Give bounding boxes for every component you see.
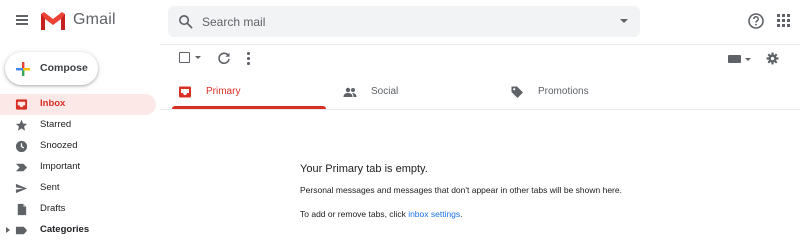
sidebar-item-inbox[interactable]: Inbox — [0, 94, 156, 115]
sidebar-item-label: Sent — [40, 182, 60, 193]
empty-state-description: Personal messages and messages that don'… — [300, 185, 622, 195]
search-input[interactable] — [202, 6, 602, 37]
sidebar-item-label: Drafts — [40, 203, 66, 214]
brand-name[interactable]: Gmail — [73, 11, 116, 29]
sidebar-item-label: Snoozed — [40, 140, 78, 151]
sidebar-item-label: Important — [40, 161, 81, 172]
tab-label: Promotions — [538, 86, 589, 97]
tab-label: Social — [371, 86, 399, 97]
sidebar-item-drafts[interactable]: Drafts — [0, 199, 156, 220]
expand-caret-icon[interactable] — [6, 227, 10, 233]
star-icon — [15, 119, 28, 131]
sidebar-item-label: Categories — [40, 224, 90, 235]
compose-label: Compose — [40, 62, 88, 74]
compose-button[interactable]: Compose — [5, 52, 98, 85]
sidebar-item-label: Starred — [40, 119, 72, 130]
select-dropdown-icon[interactable] — [195, 56, 201, 59]
refresh-icon[interactable] — [217, 51, 231, 65]
tag-icon — [511, 86, 523, 98]
inbox-settings-link[interactable]: inbox settings — [408, 209, 460, 219]
tip-suffix: . — [460, 209, 463, 219]
tab-promotions[interactable]: Promotions — [510, 76, 660, 108]
header-divider — [160, 44, 800, 45]
empty-state-title: Your Primary tab is empty. — [300, 163, 428, 175]
tab-label: Primary — [206, 86, 241, 97]
sidebar-item-sent[interactable]: Sent — [0, 178, 156, 199]
label-icon — [15, 226, 28, 235]
gmail-logo[interactable] — [40, 11, 66, 31]
more-options-icon[interactable] — [245, 51, 251, 65]
main-menu-icon[interactable] — [14, 13, 30, 29]
sidebar-item-starred[interactable]: Starred — [0, 115, 156, 136]
search-icon[interactable] — [178, 14, 193, 29]
sidebar-item-categories[interactable]: Categories — [0, 220, 156, 241]
inbox-icon — [15, 99, 28, 110]
search-options-dropdown-icon[interactable] — [620, 19, 628, 23]
select-all-checkbox[interactable] — [179, 52, 190, 63]
empty-state-tip: To add or remove tabs, click inbox setti… — [300, 209, 463, 219]
send-icon — [15, 183, 28, 194]
help-icon[interactable] — [747, 12, 765, 30]
gear-icon[interactable] — [766, 52, 779, 65]
search-bar[interactable] — [168, 6, 640, 37]
draft-icon — [17, 203, 27, 216]
app-header: Gmail — [0, 0, 800, 44]
people-icon — [343, 87, 357, 97]
google-apps-icon[interactable] — [777, 14, 791, 28]
tip-prefix: To add or remove tabs, click — [300, 209, 409, 219]
keyboard-icon[interactable] — [728, 55, 741, 63]
clock-icon — [15, 140, 28, 153]
sidebar-item-snoozed[interactable]: Snoozed — [0, 136, 156, 157]
input-tools-dropdown-icon[interactable] — [745, 58, 751, 61]
sidebar-item-important[interactable]: Important — [0, 157, 156, 178]
tab-social[interactable]: Social — [343, 76, 493, 108]
important-icon — [15, 163, 28, 172]
tab-primary[interactable]: Primary — [178, 76, 328, 108]
inbox-icon — [179, 86, 191, 98]
sidebar-item-label: Inbox — [40, 98, 66, 109]
tabs-divider — [160, 109, 800, 110]
compose-plus-icon — [16, 62, 30, 76]
sidebar-nav: Inbox Starred Snoozed Important Sent Dra… — [0, 94, 160, 241]
